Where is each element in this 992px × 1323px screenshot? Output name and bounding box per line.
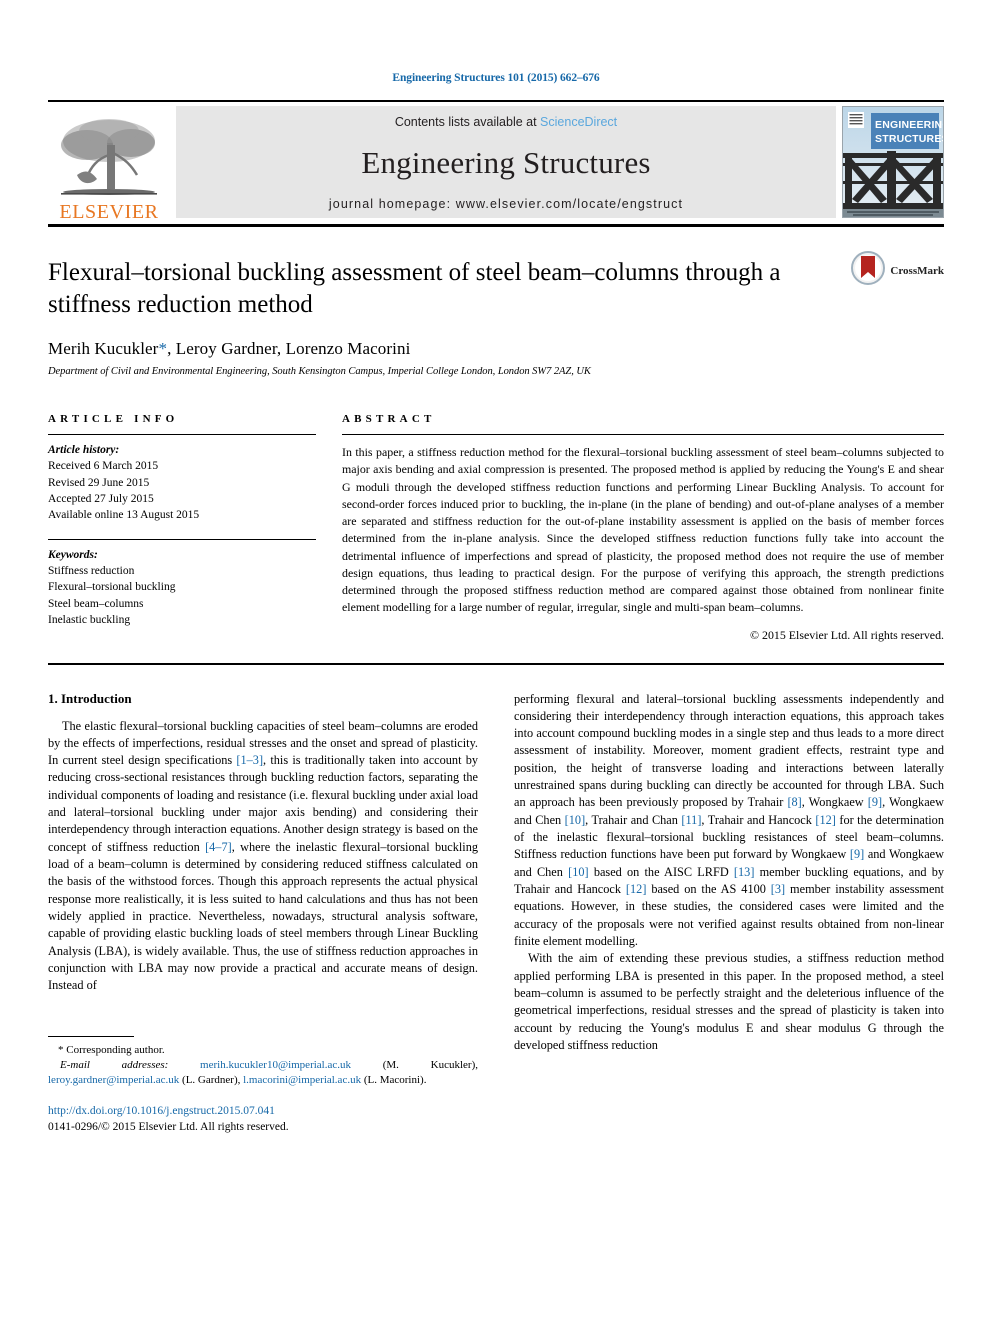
article-history-label: Article history: bbox=[48, 444, 120, 456]
citation-ref-4-7[interactable]: [4–7] bbox=[205, 840, 232, 854]
citation-ref-13[interactable]: [13] bbox=[734, 865, 755, 879]
journal-cover-artwork: ENGINEERING STRUCTURES bbox=[843, 107, 943, 217]
history-item: Accepted 27 July 2015 bbox=[48, 492, 154, 505]
right-text-j: based on the AS 4100 bbox=[646, 882, 771, 897]
history-item: Received 6 March 2015 bbox=[48, 460, 159, 473]
authors-rest: , Leroy Gardner, Lorenzo Macorini bbox=[167, 339, 411, 358]
citation-ref-9[interactable]: [9] bbox=[868, 795, 882, 809]
elsevier-tree-icon bbox=[57, 115, 161, 201]
citation-ref-10[interactable]: [10] bbox=[565, 813, 586, 827]
journal-masthead: ELSEVIER Contents lists available at Sci… bbox=[48, 102, 944, 224]
author-first: Merih Kucukler bbox=[48, 339, 159, 358]
history-item: Available online 13 August 2015 bbox=[48, 509, 200, 522]
history-item: Revised 29 June 2015 bbox=[48, 476, 150, 489]
citation-ref-11[interactable]: [11] bbox=[681, 813, 701, 827]
intro-paragraph-1: The elastic flexural–torsional buckling … bbox=[48, 718, 478, 995]
elsevier-logo[interactable]: ELSEVIER bbox=[48, 102, 170, 224]
footnote-block: * Corresponding author. E-mail addresses… bbox=[48, 1035, 478, 1136]
article-info-heading: ARTICLE INFO bbox=[48, 413, 179, 425]
keywords-label: Keywords: bbox=[48, 548, 98, 561]
crossmark-badge[interactable]: CrossMark bbox=[851, 251, 944, 290]
email-addresses-note: E-mail addresses: merih.kucukler10@imper… bbox=[48, 1058, 478, 1088]
abstract-copyright: © 2015 Elsevier Ltd. All rights reserved… bbox=[750, 627, 944, 642]
corresponding-author-star[interactable]: * bbox=[158, 339, 167, 358]
article-history-block: Article history: Received 6 March 2015 R… bbox=[48, 435, 316, 524]
citation-ref-10b[interactable]: [10] bbox=[568, 865, 589, 879]
body-column-left: 1. Introduction The elastic flexural–tor… bbox=[48, 691, 478, 1136]
email-link-macorini[interactable]: l.macorini@imperial.ac.uk bbox=[243, 1074, 361, 1086]
running-head: Engineering Structures 101 (2015) 662–67… bbox=[392, 72, 600, 84]
email-name-macorini: (L. Macorini). bbox=[361, 1074, 427, 1087]
author-list: Merih Kucukler*, Leroy Gardner, Lorenzo … bbox=[48, 339, 944, 359]
sciencedirect-link[interactable]: ScienceDirect bbox=[540, 115, 617, 129]
journal-homepage-link[interactable]: journal homepage: www.elsevier.com/locat… bbox=[329, 197, 683, 211]
body-column-right: performing flexural and lateral–torsiona… bbox=[514, 691, 944, 1136]
masthead-center-panel: Contents lists available at ScienceDirec… bbox=[176, 106, 836, 218]
abstract-column: ABSTRACT In this paper, a stiffness redu… bbox=[342, 413, 944, 643]
footnote-rule bbox=[48, 1035, 134, 1037]
section-heading-introduction: 1. Introduction bbox=[48, 690, 132, 706]
info-abstract-region: ARTICLE INFO Article history: Received 6… bbox=[48, 413, 944, 643]
body-separator-rule bbox=[48, 662, 944, 665]
title-block: Flexural–torsional buckling assessment o… bbox=[48, 227, 944, 377]
email-link-gardner[interactable]: leroy.gardner@imperial.ac.uk bbox=[48, 1074, 179, 1086]
keyword-item: Stiffness reduction bbox=[48, 564, 135, 577]
intro-paragraph-2: performing flexural and lateral–torsiona… bbox=[514, 691, 944, 951]
issn-copyright-line: 0141-0296/© 2015 Elsevier Ltd. All right… bbox=[48, 1121, 289, 1134]
citation-ref-3[interactable]: [3] bbox=[771, 882, 785, 896]
right-text-a: performing flexural and lateral–torsiona… bbox=[514, 691, 944, 810]
citation-ref-1-3[interactable]: [1–3] bbox=[236, 753, 263, 767]
journal-title: Engineering Structures bbox=[361, 145, 651, 180]
citation-ref-8[interactable]: [8] bbox=[787, 795, 801, 809]
email-name-gardner: (L. Gardner), bbox=[179, 1074, 244, 1087]
right-text-e: , Trahair and Hancock bbox=[701, 812, 816, 827]
footnote-corresponding-text: Corresponding author. bbox=[63, 1043, 165, 1056]
right-text-h: based on the AISC LRFD bbox=[588, 864, 734, 879]
right-text-d: , Trahair and Chan bbox=[585, 812, 682, 827]
journal-cover-thumbnail[interactable]: ENGINEERING STRUCTURES bbox=[842, 106, 944, 218]
email-name-kucukler: (M. Kucukler), bbox=[351, 1058, 478, 1071]
citation-ref-12b[interactable]: [12] bbox=[626, 882, 647, 896]
email-link-kucukler[interactable]: merih.kucukler10@imperial.ac.uk bbox=[200, 1059, 351, 1071]
page-title: Flexural–torsional buckling assessment o… bbox=[48, 259, 781, 318]
paper-page: Engineering Structures 101 (2015) 662–67… bbox=[0, 0, 992, 1323]
corresponding-author-note: * Corresponding author. bbox=[48, 1043, 478, 1058]
abstract-text: In this paper, a stiffness reduction met… bbox=[342, 445, 944, 615]
keyword-item: Inelastic buckling bbox=[48, 613, 131, 626]
doi-issn-block: http://dx.doi.org/10.1016/j.engstruct.20… bbox=[48, 1103, 478, 1135]
right-text-b: , Wongkaew bbox=[801, 795, 868, 810]
intro-text-b: , this is traditionally taken into accou… bbox=[48, 753, 478, 854]
email-label: E-mail addresses: bbox=[60, 1058, 169, 1071]
keywords-block: Keywords: Stiffness reduction Flexural–t… bbox=[48, 540, 316, 629]
article-info-column: ARTICLE INFO Article history: Received 6… bbox=[48, 413, 316, 643]
keyword-item: Flexural–torsional buckling bbox=[48, 581, 176, 594]
elsevier-wordmark: ELSEVIER bbox=[59, 201, 159, 223]
citation-ref-9b[interactable]: [9] bbox=[850, 847, 864, 861]
contents-lists-line: Contents lists available at ScienceDirec… bbox=[395, 115, 617, 129]
author-affiliation: Department of Civil and Environmental En… bbox=[48, 366, 591, 377]
svg-text:STRUCTURES: STRUCTURES bbox=[875, 133, 943, 145]
doi-link[interactable]: http://dx.doi.org/10.1016/j.engstruct.20… bbox=[48, 1103, 478, 1119]
svg-text:ENGINEERING: ENGINEERING bbox=[875, 119, 943, 131]
intro-paragraph-3: With the aim of extending these previous… bbox=[514, 951, 944, 1053]
body-columns: 1. Introduction The elastic flexural–tor… bbox=[48, 691, 944, 1136]
intro-text-c: , where the inelastic flexural–torsional… bbox=[48, 839, 478, 993]
keyword-item: Steel beam–columns bbox=[48, 597, 144, 610]
abstract-heading: ABSTRACT bbox=[342, 413, 436, 425]
contents-prefix: Contents lists available at bbox=[394, 115, 541, 129]
citation-ref-12[interactable]: [12] bbox=[815, 813, 836, 827]
crossmark-icon bbox=[851, 251, 886, 290]
crossmark-label: CrossMark bbox=[890, 264, 944, 277]
